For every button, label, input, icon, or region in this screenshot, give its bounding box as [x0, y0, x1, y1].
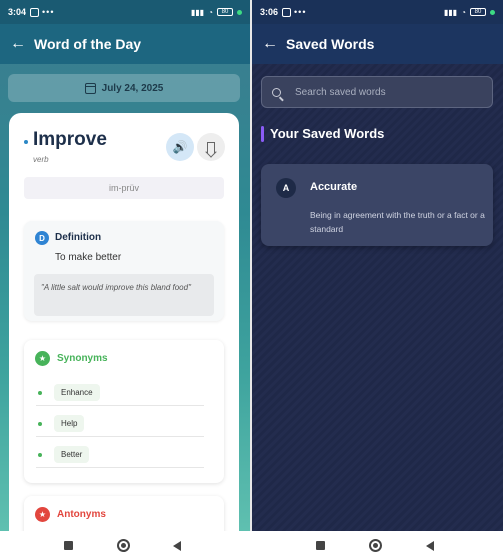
- status-bar: 3:06 ••• ▮▮▮ ◔ 80: [252, 0, 503, 24]
- signal-icon: ▮▮▮: [190, 7, 205, 17]
- status-bar: 3:04 ••• ▮▮▮ ◔ 80: [0, 0, 250, 24]
- status-time: 3:06: [260, 7, 279, 17]
- search-bar[interactable]: [261, 76, 493, 108]
- word-title: Improve: [33, 129, 107, 150]
- app-notification-icon: [30, 7, 40, 17]
- speaker-icon: 🔊: [172, 140, 188, 154]
- synonyms-section: ★ Synonyms Enhance Help Better: [24, 340, 224, 483]
- star-icon: ★: [35, 507, 50, 522]
- privacy-dot-icon: [237, 9, 242, 15]
- section-accent-bar: [261, 126, 264, 142]
- bullet-dot: [38, 452, 42, 457]
- home-icon[interactable]: [369, 539, 382, 552]
- synonym-item[interactable]: Enhance: [36, 380, 204, 406]
- definition-text: To make better: [55, 252, 122, 263]
- recents-icon[interactable]: [64, 541, 73, 550]
- back-nav-icon[interactable]: [426, 541, 434, 551]
- back-nav-icon[interactable]: [173, 541, 181, 551]
- synonym-chip[interactable]: Better: [54, 446, 90, 463]
- status-time: 3:04: [8, 7, 27, 17]
- saved-word-title: Accurate: [310, 181, 358, 193]
- definition-badge-icon: D: [35, 231, 49, 245]
- bookmark-button[interactable]: [197, 133, 225, 161]
- star-icon: ★: [35, 351, 50, 366]
- part-of-speech: verb: [33, 155, 49, 164]
- privacy-dot-icon: [490, 9, 495, 15]
- date-display: July 24, 2025: [8, 74, 240, 102]
- system-navigation-bar: [0, 531, 503, 559]
- saved-words-screen: 3:06 ••• ▮▮▮ ◔ 80 ← Saved Words Your Sav…: [252, 0, 503, 531]
- example-sentence: "A little salt would improve this bland …: [34, 274, 214, 316]
- section-title: Your Saved Words: [270, 126, 385, 141]
- definition-title: Definition: [55, 232, 102, 243]
- word-card: Improve verb 🔊 im-prüv D Definition To m…: [9, 113, 239, 531]
- home-icon[interactable]: [117, 539, 130, 552]
- signal-icon: ▮▮▮: [443, 7, 458, 17]
- app-notification-icon: [282, 7, 292, 17]
- synonym-chip[interactable]: Enhance: [54, 384, 100, 401]
- pronunciation: im-prüv: [24, 177, 224, 199]
- back-arrow-icon[interactable]: ←: [262, 35, 284, 53]
- status-dots: •••: [294, 7, 307, 17]
- antonyms-title: Antonyms: [57, 509, 106, 520]
- saved-word-card[interactable]: A Accurate Being in agreement with the t…: [261, 164, 493, 246]
- word-of-the-day-screen: 3:04 ••• ▮▮▮ ◔ 80 ← Word of the Day July…: [0, 0, 250, 531]
- battery-icon: 80: [217, 8, 233, 16]
- synonyms-title: Synonyms: [57, 353, 108, 364]
- search-input[interactable]: [295, 86, 465, 98]
- page-title: Word of the Day: [34, 36, 142, 52]
- bullet-dot: [38, 421, 42, 426]
- wifi-icon: ◔: [208, 7, 213, 17]
- synonym-item[interactable]: Better: [36, 442, 204, 468]
- word-bullet: [24, 140, 28, 144]
- synonym-item[interactable]: Help: [36, 411, 204, 437]
- battery-icon: 80: [470, 8, 486, 16]
- definition-section: D Definition To make better "A little sa…: [24, 221, 224, 321]
- page-title: Saved Words: [286, 36, 375, 52]
- app-bar: ← Saved Words: [252, 24, 503, 64]
- synonym-chip[interactable]: Help: [54, 415, 85, 432]
- status-dots: •••: [42, 7, 55, 17]
- bookmark-icon: [207, 141, 215, 153]
- search-icon: [272, 87, 281, 97]
- saved-word-definition: Being in agreement with the truth or a f…: [310, 210, 485, 234]
- app-bar: ← Word of the Day: [0, 24, 250, 64]
- back-arrow-icon[interactable]: ←: [10, 35, 32, 53]
- antonyms-section: ★ Antonyms: [24, 496, 224, 531]
- bullet-dot: [38, 390, 42, 395]
- date-text: July 24, 2025: [101, 82, 164, 94]
- wifi-icon: ◔: [461, 7, 466, 17]
- letter-avatar: A: [276, 178, 296, 198]
- recents-icon[interactable]: [316, 541, 325, 550]
- pronounce-button[interactable]: 🔊: [166, 133, 194, 161]
- calendar-icon: [84, 82, 96, 94]
